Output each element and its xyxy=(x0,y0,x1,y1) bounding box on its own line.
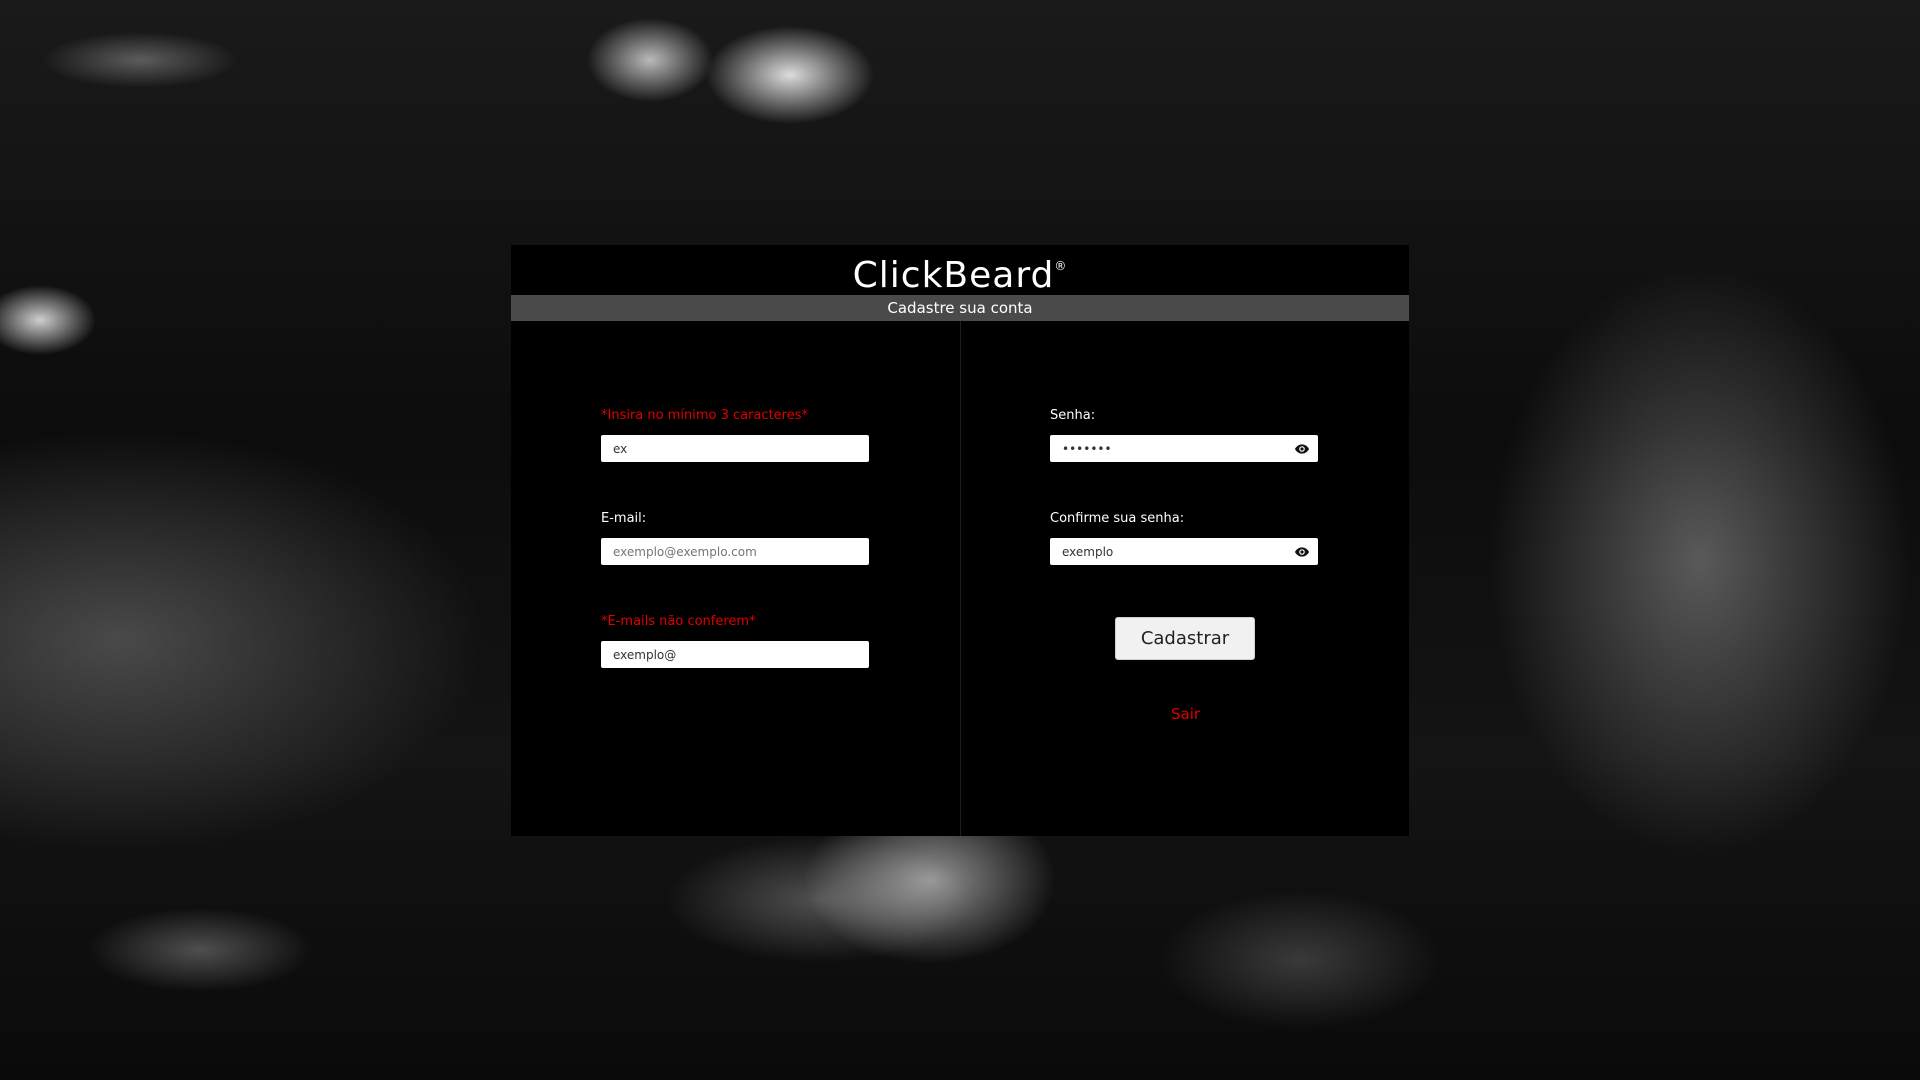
register-card: ClickBeard® Cadastre sua conta *Insira n… xyxy=(511,245,1409,836)
password-field-group: Senha: xyxy=(1050,407,1318,462)
confirm-email-error-label: *E-mails não conferem* xyxy=(601,614,756,629)
name-error-label: *Insira no mínimo 3 caracteres* xyxy=(601,408,809,423)
eye-icon[interactable] xyxy=(1294,441,1310,457)
email-label: E-mail: xyxy=(601,511,647,526)
password-input-wrap xyxy=(1050,435,1318,462)
password-label: Senha: xyxy=(1050,408,1096,423)
confirm-email-input[interactable] xyxy=(601,641,869,668)
confirm-password-field-group: Confirme sua senha: xyxy=(1050,510,1318,565)
page-subtitle: Cadastre sua conta xyxy=(511,295,1409,321)
registered-mark: ® xyxy=(1054,259,1068,273)
exit-link[interactable]: Sair xyxy=(1171,705,1200,723)
column-divider xyxy=(960,321,961,836)
register-button[interactable]: Cadastrar xyxy=(1115,617,1255,660)
confirm-email-input-wrap xyxy=(601,641,869,668)
confirm-password-input[interactable] xyxy=(1050,538,1318,565)
confirm-password-label: Confirme sua senha: xyxy=(1050,511,1185,526)
confirm-email-field-group: *E-mails não conferem* xyxy=(601,613,869,668)
email-field-group: E-mail: xyxy=(601,510,869,565)
name-input[interactable] xyxy=(601,435,869,462)
email-input-wrap xyxy=(601,538,869,565)
card-header: ClickBeard® xyxy=(511,245,1409,296)
name-field-group: *Insira no mínimo 3 caracteres* xyxy=(601,407,869,462)
name-input-wrap xyxy=(601,435,869,462)
brand-name: ClickBeard xyxy=(852,255,1055,296)
brand-logo: ClickBeard® xyxy=(853,255,1068,296)
password-input[interactable] xyxy=(1050,435,1318,462)
email-input[interactable] xyxy=(601,538,869,565)
eye-icon[interactable] xyxy=(1294,544,1310,560)
confirm-password-input-wrap xyxy=(1050,538,1318,565)
form-body: *Insira no mínimo 3 caracteres* E-mail: … xyxy=(511,321,1409,836)
